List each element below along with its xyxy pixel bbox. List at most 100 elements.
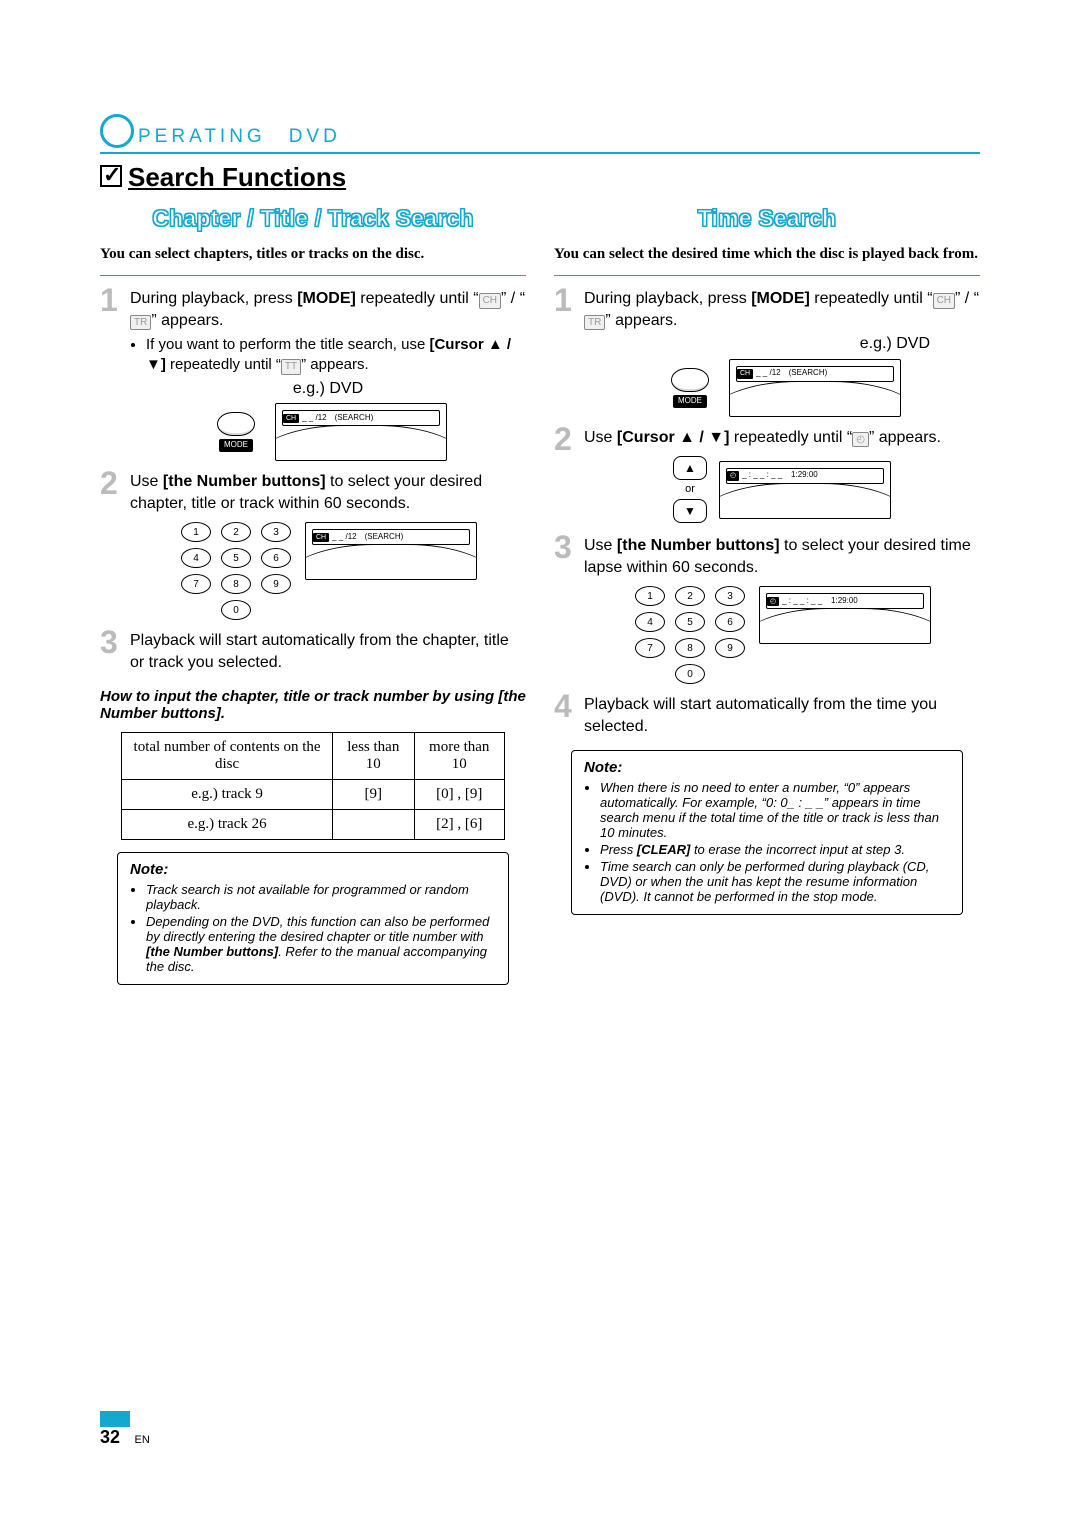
left-intro: You can select chapters, titles or track… <box>100 246 526 263</box>
note-item: When there is no need to enter a number,… <box>600 780 950 840</box>
t: repeatedly until “ <box>810 290 933 307</box>
osd-display-icon: CH_ _ /12 (SEARCH) <box>305 522 477 580</box>
td: [9] <box>332 779 414 809</box>
step-number: 1 <box>554 288 576 417</box>
big-o-icon <box>100 114 134 148</box>
keycap: 1 <box>635 586 665 606</box>
illustration: ▲ or ▼ ◴_ : _ _ : _ _ 1:29:00 <box>584 454 980 525</box>
or-label: or <box>673 482 707 497</box>
osd-text: _ _ /12 (SEARCH) <box>332 532 403 543</box>
t: Press <box>600 842 637 857</box>
step-number: 3 <box>100 630 122 673</box>
bullet: If you want to perform the title search,… <box>146 335 526 376</box>
checkbox-icon <box>100 165 122 187</box>
osd-chip: CH <box>313 533 329 542</box>
t: ” appears. <box>301 356 369 373</box>
ch-badge-icon: CH <box>933 293 955 309</box>
keycap: 6 <box>715 612 745 632</box>
note-item: Press [CLEAR] to erase the incorrect inp… <box>600 842 950 857</box>
number-pad-icon: 1 2 3 4 5 6 7 8 9 0 <box>179 522 293 620</box>
left-step-1: 1 During playback, press [MODE] repeated… <box>100 288 526 461</box>
osd-display-icon: ◴_ : _ _ : _ _ 1:29:00 <box>759 586 931 644</box>
mode-label: MODE <box>673 395 707 408</box>
number-buttons-key: [the Number buttons] <box>146 944 278 959</box>
th: total number of contents on the disc <box>122 732 333 779</box>
keycap: 5 <box>221 548 251 568</box>
t: Use <box>584 537 617 554</box>
t: to erase the incorrect input at step 3. <box>690 842 905 857</box>
mode-label: MODE <box>219 439 253 452</box>
right-note: Note: When there is no need to enter a n… <box>571 750 963 915</box>
keycap: 7 <box>635 638 665 658</box>
td: [0] , [9] <box>414 779 504 809</box>
left-note: Note: Track search is not available for … <box>117 852 509 985</box>
section-title-text: Search Functions <box>128 162 346 192</box>
step-text: Use [Cursor ▲ / ▼] repeatedly until “◴” … <box>584 427 980 525</box>
section-title: Search Functions <box>100 162 980 193</box>
step-number: 4 <box>554 694 576 737</box>
keycap: 4 <box>181 548 211 568</box>
t: ” / “ <box>955 290 979 307</box>
t: repeatedly until “ <box>166 356 281 373</box>
number-buttons-key: [the Number buttons] <box>617 537 780 554</box>
t: repeatedly until “ <box>356 290 479 307</box>
t: If you want to perform the title search,… <box>146 336 429 353</box>
left-column: Chapter / Title / Track Search You can s… <box>100 199 526 985</box>
tt-badge-icon: TT <box>281 359 301 375</box>
th: more than 10 <box>414 732 504 779</box>
number-buttons-key: [the Number buttons] <box>163 473 326 490</box>
page-tab-icon <box>100 1411 130 1427</box>
osd-text: _ _ /12 (SEARCH) <box>756 368 827 379</box>
right-column: Time Search You can select the desired t… <box>554 199 980 985</box>
step-text: During playback, press [MODE] repeatedly… <box>130 288 526 461</box>
clock-badge-icon: ◴ <box>852 432 869 448</box>
arrow-buttons-icon: ▲ or ▼ <box>673 454 707 525</box>
keycap: 0 <box>221 600 251 620</box>
right-subtitle: Time Search <box>554 205 980 232</box>
t: ” appears. <box>869 429 941 446</box>
eg-label: e.g.) DVD <box>584 333 930 355</box>
osd-display-icon: CH_ _ /12 (SEARCH) <box>275 403 447 461</box>
td <box>332 809 414 839</box>
left-step-2: 2 Use [the Number buttons] to select you… <box>100 471 526 620</box>
header-text: PERATING DVD <box>138 126 341 148</box>
divider <box>554 275 980 276</box>
right-step-3: 3 Use [the Number buttons] to select you… <box>554 535 980 684</box>
right-step-2: 2 Use [Cursor ▲ / ▼] repeatedly until “◴… <box>554 427 980 525</box>
mode-key: [MODE] <box>751 290 810 307</box>
osd-text: _ : _ _ : _ _ 1:29:00 <box>782 596 858 607</box>
osd-text: _ : _ _ : _ _ 1:29:00 <box>742 470 818 481</box>
clear-key: [CLEAR] <box>637 842 690 857</box>
note-label: Note: <box>130 861 168 878</box>
right-step-4: 4 Playback will start automatically from… <box>554 694 980 737</box>
header-operating-dvd: PERATING DVD <box>100 114 980 154</box>
track-input-table: total number of contents on the disc les… <box>121 732 504 840</box>
osd-display-icon: ◴_ : _ _ : _ _ 1:29:00 <box>719 461 891 519</box>
t: During playback, press <box>130 290 297 307</box>
keycap: 2 <box>675 586 705 606</box>
mode-button-icon: MODE <box>209 412 263 452</box>
t: Use <box>130 473 163 490</box>
osd-chip: ◴ <box>727 471 739 480</box>
mode-button-icon: MODE <box>663 368 717 408</box>
t: During playback, press <box>584 290 751 307</box>
right-intro: You can select the desired time which th… <box>554 246 980 263</box>
keycap: 1 <box>181 522 211 542</box>
keycap: 8 <box>675 638 705 658</box>
keycap: 3 <box>715 586 745 606</box>
step-text: Playback will start automatically from t… <box>584 694 980 737</box>
note-item: Depending on the DVD, this function can … <box>146 914 496 974</box>
step-number: 2 <box>554 427 576 525</box>
t: ” appears. <box>151 312 223 329</box>
td: e.g.) track 9 <box>122 779 333 809</box>
note-label: Note: <box>584 759 622 776</box>
keycap: 5 <box>675 612 705 632</box>
step-text: Use [the Number buttons] to select your … <box>584 535 980 684</box>
step-number: 1 <box>100 288 122 461</box>
t: Depending on the DVD, this function can … <box>146 914 489 944</box>
keycap: 7 <box>181 574 211 594</box>
left-step-3: 3 Playback will start automatically from… <box>100 630 526 673</box>
number-pad-icon: 1 2 3 4 5 6 7 8 9 0 <box>633 586 747 684</box>
t: ” / “ <box>501 290 525 307</box>
step-number: 3 <box>554 535 576 684</box>
